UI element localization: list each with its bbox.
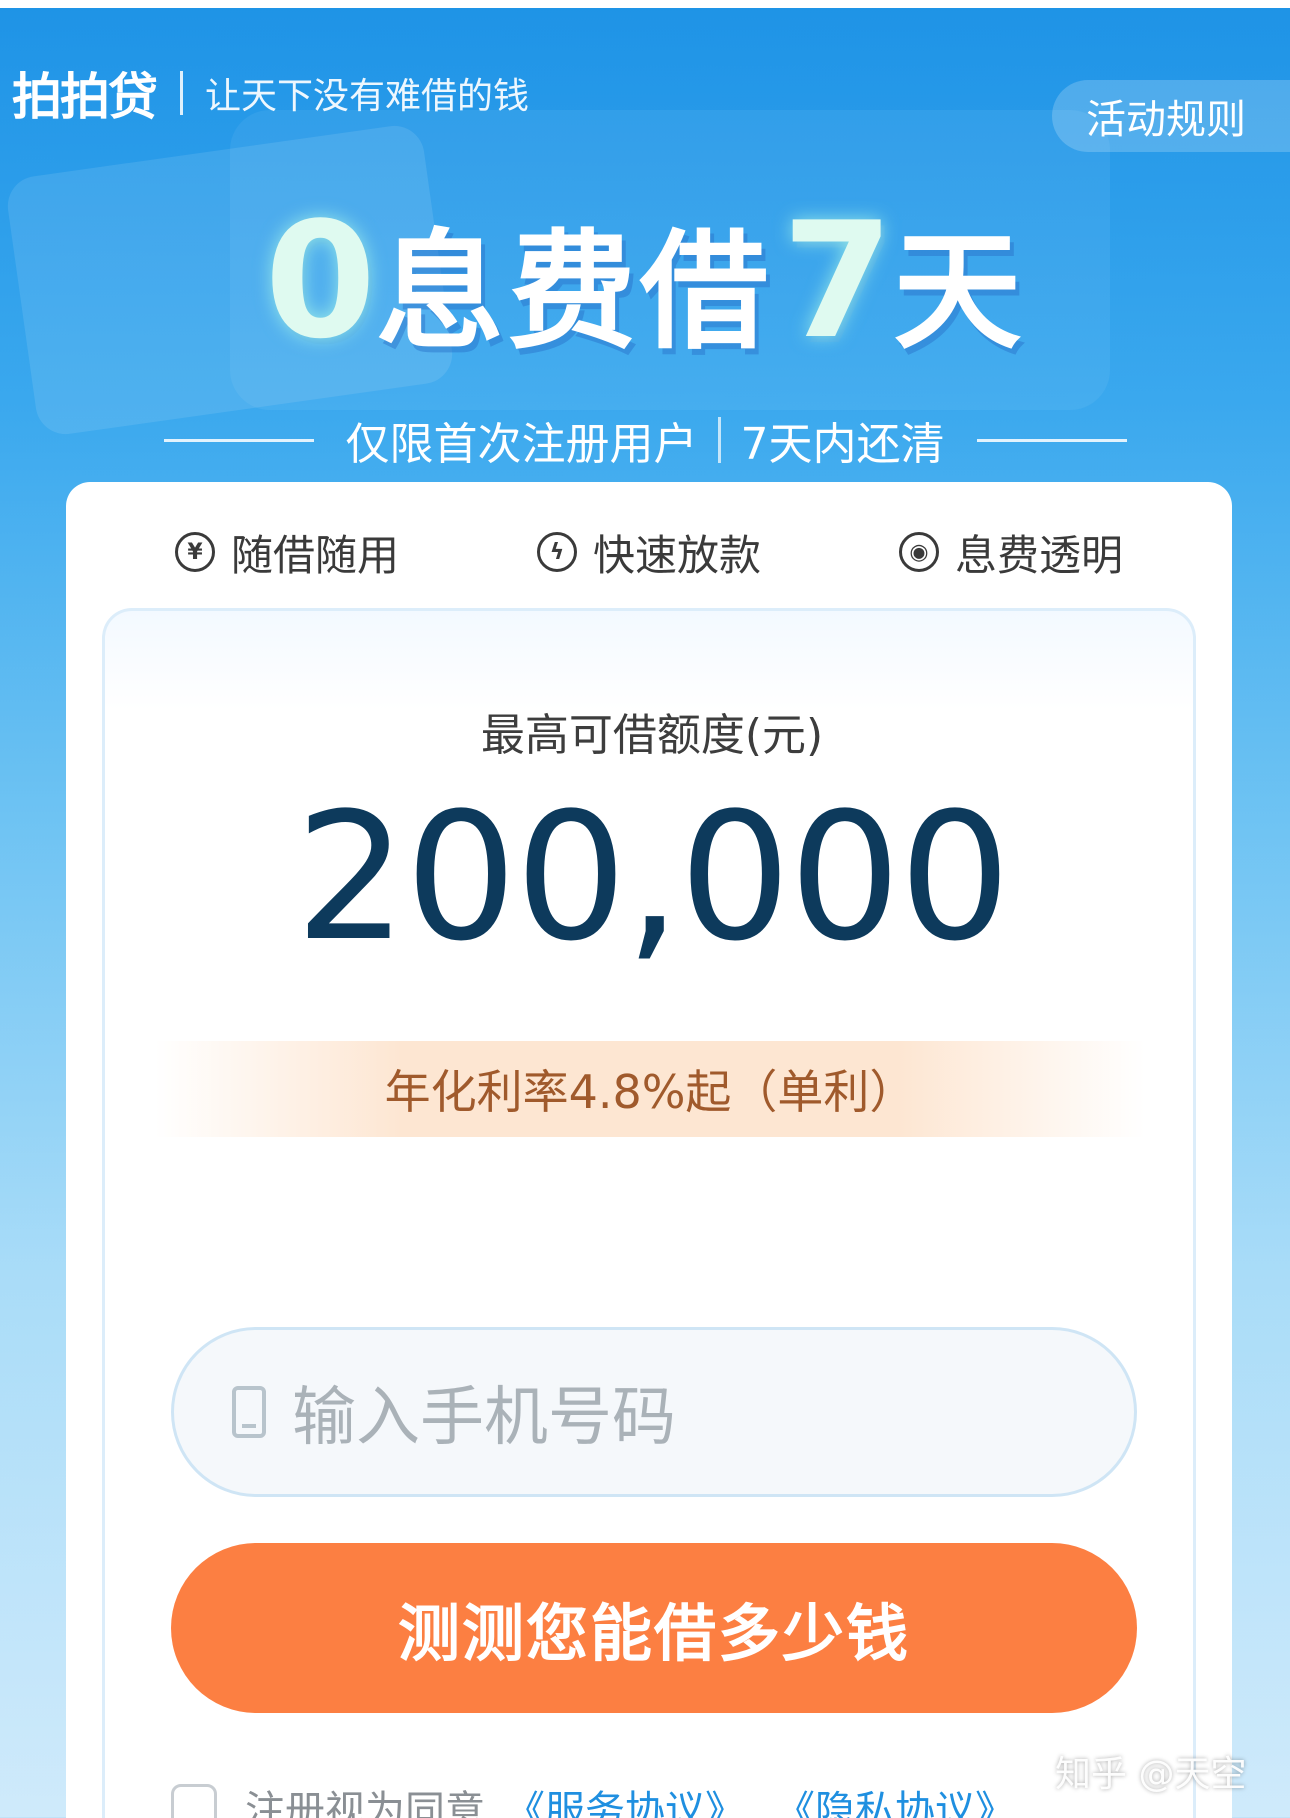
brand-slogan: 让天下没有难借的钱	[205, 76, 530, 117]
promo-headline: 0 息费借 7 天	[0, 187, 1290, 374]
agreement-row: 注册视为同意 《服务协议》 《隐私协议》	[171, 1777, 1045, 1818]
promo-subline: 仅限首次注册用户 7天内还清	[0, 405, 1290, 475]
phone-number-input[interactable]: 输入手机号码	[171, 1327, 1137, 1497]
subline-repay: 7天内还清	[740, 419, 945, 470]
interest-rate-badge: 年化利率4.8%起（单利）	[155, 1041, 1145, 1137]
limit-amount: 200,000	[295, 775, 1011, 980]
limit-panel: 最高可借额度(元) 200,000 年化利率4.8%起（单利） 输入手机号码 测…	[102, 608, 1196, 1818]
brand-logo: 拍拍贷	[12, 68, 158, 126]
watermark: 知乎 @天空	[1055, 1754, 1247, 1795]
phone-input-placeholder: 输入手机号码	[292, 1381, 676, 1455]
headline-text-day: 天	[893, 217, 1026, 367]
top-strip	[0, 0, 1290, 8]
feature-label: 随借随用	[230, 530, 399, 580]
limit-label: 最高可借额度(元)	[480, 710, 824, 761]
eye-icon: ◉	[898, 532, 939, 572]
loan-card: ¥ 随借随用 ϟ 快速放款 ◉ 息费透明 最高可借额度(元) 200,000 年…	[66, 482, 1232, 1818]
subline-rule-right	[976, 438, 1127, 442]
subline-divider	[717, 417, 721, 463]
feature-item: ¥ 随借随用	[174, 522, 399, 583]
header: 拍拍贷 让天下没有难借的钱	[12, 58, 529, 128]
phone-icon	[232, 1386, 266, 1438]
privacy-agreement-link[interactable]: 《隐私协议》	[775, 1778, 1015, 1818]
subline-rule-left	[163, 438, 314, 442]
activity-rules-button[interactable]: 活动规则	[1052, 80, 1290, 152]
headline-digit-seven: 7	[782, 186, 894, 374]
subline-condition: 仅限首次注册用户	[345, 419, 698, 470]
header-divider	[180, 71, 183, 115]
feature-item: ϟ 快速放款	[536, 522, 761, 583]
feature-list: ¥ 随借随用 ϟ 快速放款 ◉ 息费透明	[66, 512, 1232, 592]
lightning-icon: ϟ	[536, 532, 577, 572]
feature-label: 快速放款	[592, 530, 761, 580]
headline-text: 息费借	[375, 217, 772, 367]
agreement-text: 注册视为同意	[245, 1788, 485, 1818]
agreement-checkbox[interactable]	[171, 1784, 217, 1818]
feature-item: ◉ 息费透明	[898, 522, 1123, 583]
headline-digit-zero: 0	[264, 186, 376, 374]
check-borrow-amount-button[interactable]: 测测您能借多少钱	[171, 1543, 1137, 1713]
feature-label: 息费透明	[954, 530, 1123, 580]
service-agreement-link[interactable]: 《服务协议》	[505, 1778, 745, 1818]
yuan-circle-icon: ¥	[174, 532, 215, 572]
